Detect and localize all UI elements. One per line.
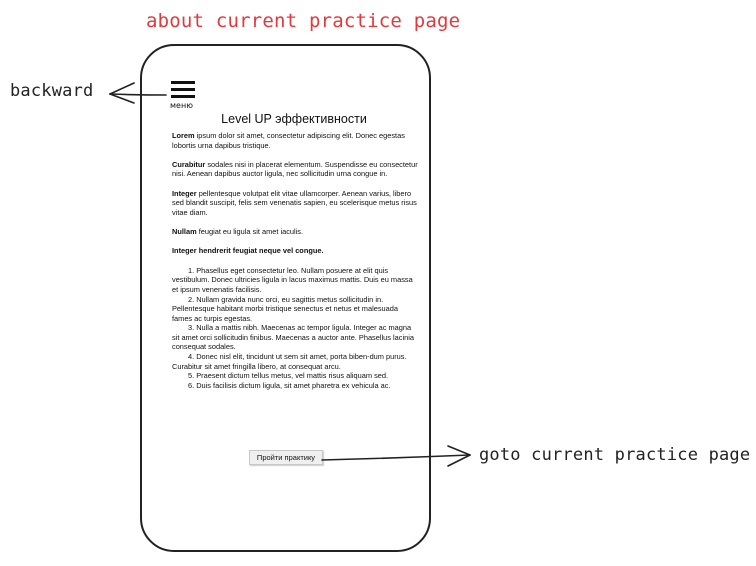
annotation-arrows [109, 82, 471, 467]
backward-arrow-icon [109, 82, 167, 104]
goto-arrow-icon [321, 445, 471, 467]
